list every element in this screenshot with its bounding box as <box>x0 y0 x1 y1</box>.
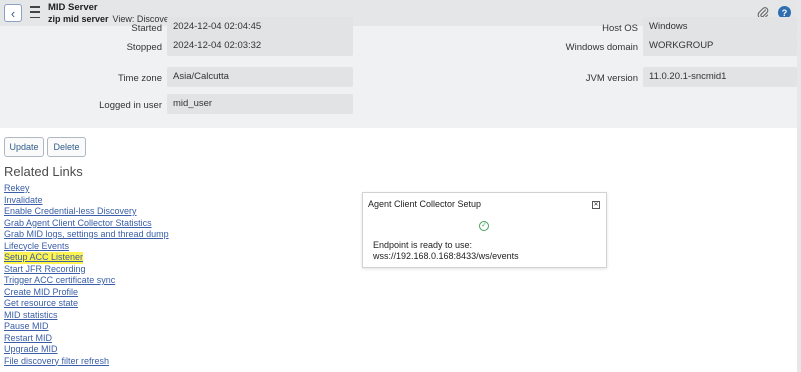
link-start-jfr-recording[interactable]: Start JFR Recording <box>4 264 86 276</box>
link-rekey[interactable]: Rekey <box>4 183 30 195</box>
link-get-resource-state[interactable]: Get resource state <box>4 298 78 310</box>
started-field[interactable]: 2024-12-04 02:04:45 <box>167 17 353 37</box>
check-circle-icon: ✓ <box>479 221 489 231</box>
form-section: Started 2024-12-04 02:04:45 Stopped 2024… <box>0 17 801 128</box>
close-box-icon[interactable]: ✕ <box>592 201 600 209</box>
link-mid-statistics[interactable]: MID statistics <box>4 310 58 322</box>
timezone-label: Time zone <box>118 73 162 84</box>
scrollbar-track[interactable] <box>797 0 801 372</box>
jvm-version-field[interactable]: 11.0.20.1-sncmid1 <box>643 67 797 87</box>
link-upgrade-mid[interactable]: Upgrade MID <box>4 344 58 356</box>
logged-in-user-field[interactable]: mid_user <box>167 94 353 114</box>
link-invalidate[interactable]: Invalidate <box>4 195 43 207</box>
host-os-label: Host OS <box>602 23 638 34</box>
back-button[interactable]: ‹ <box>4 4 22 22</box>
jvm-version-label: JVM version <box>585 73 638 84</box>
link-restart-mid[interactable]: Restart MID <box>4 333 52 345</box>
link-trigger-acc-certificate-sync[interactable]: Trigger ACC certificate sync <box>4 275 115 287</box>
endpoint-url: wss://192.168.0.168:8433/ws/events <box>373 251 519 261</box>
update-button[interactable]: Update <box>4 137 44 157</box>
link-pause-mid[interactable]: Pause MID <box>4 321 49 333</box>
windows-domain-field[interactable]: WORKGROUP <box>643 36 797 56</box>
acc-setup-dialog: Agent Client Collector Setup ✕ ✓ Endpoin… <box>362 192 607 268</box>
form-title: MID Server <box>48 2 98 13</box>
link-create-mid-profile[interactable]: Create MID Profile <box>4 287 78 299</box>
link-lifecycle-events[interactable]: Lifecycle Events <box>4 241 69 253</box>
started-label: Started <box>131 23 162 34</box>
timezone-field[interactable]: Asia/Calcutta <box>167 67 353 87</box>
link-grab-acc-statistics[interactable]: Grab Agent Client Collector Statistics <box>4 218 152 230</box>
link-grab-mid-logs[interactable]: Grab MID logs, settings and thread dump <box>4 229 169 241</box>
link-enable-credential-less-discovery[interactable]: Enable Credential-less Discovery <box>4 206 137 218</box>
windows-domain-label: Windows domain <box>565 42 638 53</box>
logged-in-user-label: Logged in user <box>99 100 162 111</box>
stopped-field[interactable]: 2024-12-04 02:03:32 <box>167 36 353 56</box>
chevron-left-icon: ‹ <box>10 5 16 21</box>
related-links-heading: Related Links <box>4 164 83 179</box>
link-file-discovery-filter-refresh[interactable]: File discovery filter refresh <box>4 356 109 368</box>
related-links-list: Rekey Invalidate Enable Credential-less … <box>4 183 169 367</box>
link-setup-acc-listener[interactable]: Setup ACC Listener <box>4 252 84 264</box>
hamburger-menu-icon[interactable] <box>30 6 40 18</box>
dialog-title: Agent Client Collector Setup <box>368 199 482 209</box>
dialog-message: Endpoint is ready to use: <box>373 240 473 250</box>
stopped-label: Stopped <box>126 42 162 53</box>
host-os-field[interactable]: Windows <box>643 17 797 37</box>
delete-button[interactable]: Delete <box>47 137 86 157</box>
